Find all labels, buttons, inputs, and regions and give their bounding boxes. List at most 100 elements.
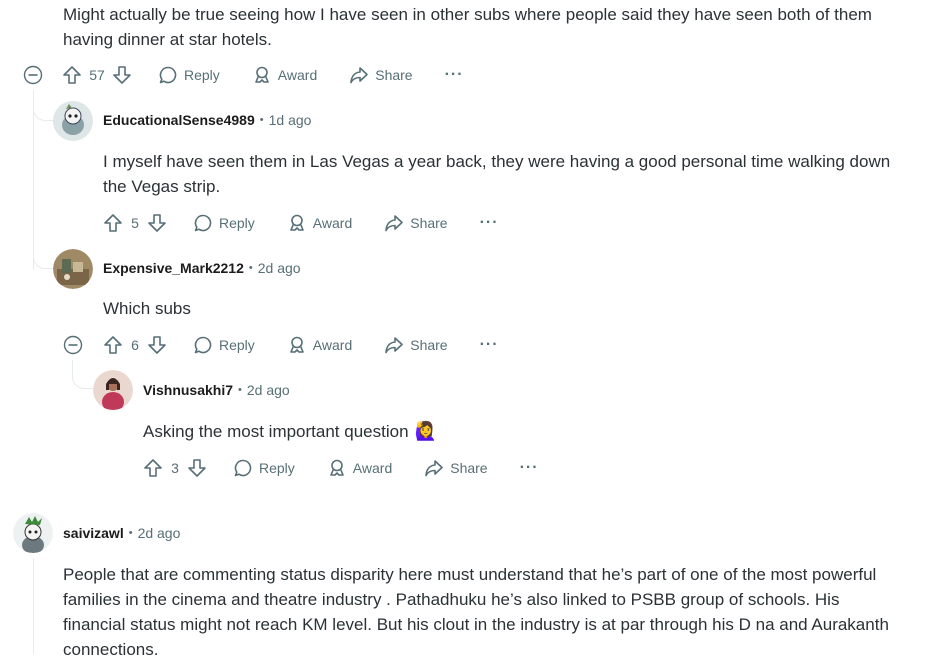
thread-line-top[interactable] xyxy=(33,90,34,270)
username[interactable]: Expensive_Mark2212 xyxy=(103,260,244,276)
vote-count: 5 xyxy=(131,215,139,231)
share-label: Share xyxy=(410,215,448,231)
reply-button[interactable]: Reply xyxy=(233,458,295,478)
reply-label: Reply xyxy=(184,67,220,83)
comment-actions: 5 Reply Award Share ··· xyxy=(103,209,499,237)
comment-actions: 6 Reply Award Share ··· xyxy=(103,331,499,359)
downvote-icon[interactable] xyxy=(187,458,207,478)
award-button[interactable]: Award xyxy=(327,458,392,478)
comment-icon xyxy=(193,213,213,233)
share-button[interactable]: Share xyxy=(349,65,413,85)
award-label: Award xyxy=(352,460,393,476)
award-icon xyxy=(327,458,347,478)
more-options-button[interactable]: ··· xyxy=(445,66,464,84)
reply-button[interactable]: Reply xyxy=(193,213,255,233)
reply-label: Reply xyxy=(259,460,295,476)
comment-line: Which subs xyxy=(103,299,191,318)
collapse-button[interactable] xyxy=(23,65,43,85)
collapse-button[interactable] xyxy=(63,335,83,355)
more-options-button[interactable]: ··· xyxy=(480,336,499,354)
separator: • xyxy=(128,527,133,539)
comment-line: financial status might not reach KM leve… xyxy=(63,615,889,634)
more-options-button[interactable]: ··· xyxy=(480,214,499,232)
award-button[interactable]: Award xyxy=(252,65,317,85)
share-icon xyxy=(384,335,404,355)
raising-hand-emoji: 🙋‍♀️ xyxy=(414,421,437,441)
award-label: Award xyxy=(312,215,353,231)
share-label: Share xyxy=(450,460,488,476)
vote-group: 5 xyxy=(103,213,167,233)
share-button[interactable]: Share xyxy=(424,458,488,478)
award-label: Award xyxy=(277,67,318,83)
avatar[interactable] xyxy=(13,513,53,553)
share-label: Share xyxy=(375,67,413,83)
comment-body: Might actually be true seeing how I have… xyxy=(63,2,872,52)
upvote-icon[interactable] xyxy=(103,213,123,233)
upvote-icon[interactable] xyxy=(103,335,123,355)
thread-line-c4[interactable] xyxy=(33,558,34,654)
reply-button[interactable]: Reply xyxy=(158,65,220,85)
timestamp[interactable]: 2d ago xyxy=(247,382,290,398)
reply-label: Reply xyxy=(219,337,255,353)
comment-line: connections. xyxy=(63,640,159,659)
share-button[interactable]: Share xyxy=(384,213,448,233)
reply-button[interactable]: Reply xyxy=(193,335,255,355)
avatar[interactable] xyxy=(53,249,93,289)
more-icon: ··· xyxy=(479,214,499,231)
award-button[interactable]: Award xyxy=(287,335,352,355)
award-label: Award xyxy=(312,337,353,353)
thread-branch-c2 xyxy=(33,254,54,269)
thread-branch-c3 xyxy=(72,374,93,389)
comment-icon xyxy=(193,335,213,355)
upvote-icon[interactable] xyxy=(62,65,82,85)
collapse-icon xyxy=(23,65,43,85)
separator: • xyxy=(248,262,253,274)
comment-icon xyxy=(233,458,253,478)
share-icon xyxy=(384,213,404,233)
separator: • xyxy=(238,384,242,396)
timestamp[interactable]: 2d ago xyxy=(258,260,301,276)
vote-count: 6 xyxy=(131,337,139,353)
avatar[interactable] xyxy=(93,370,133,410)
upvote-icon[interactable] xyxy=(143,458,163,478)
award-icon xyxy=(287,335,307,355)
more-icon: ··· xyxy=(519,459,539,476)
comment-actions: 3 Reply Award Share ··· xyxy=(143,454,539,482)
avatar[interactable] xyxy=(53,101,93,141)
comment-actions: 57 Reply Award Share ··· xyxy=(62,61,464,89)
comment-line: Asking the most important question xyxy=(143,422,409,441)
username[interactable]: saivizawl xyxy=(63,525,124,541)
vote-group: 3 xyxy=(143,458,207,478)
collapse-icon xyxy=(63,335,83,355)
timestamp[interactable]: 1d ago xyxy=(269,112,312,128)
share-button[interactable]: Share xyxy=(384,335,448,355)
comment-line: I myself have seen them in Las Vegas a y… xyxy=(103,152,891,171)
more-icon: ··· xyxy=(444,66,464,83)
share-label: Share xyxy=(410,337,448,353)
more-options-button[interactable]: ··· xyxy=(520,459,539,477)
comment-body: I myself have seen them in Las Vegas a y… xyxy=(103,149,890,199)
comment-line: the Vegas strip. xyxy=(103,177,221,196)
username[interactable]: EducationalSense4989 xyxy=(103,112,255,128)
username[interactable]: Vishnusakhi7 xyxy=(143,382,233,398)
thread-branch-c1 xyxy=(33,106,54,121)
award-button[interactable]: Award xyxy=(287,213,352,233)
comment-header: Expensive_Mark2212 • 2d ago xyxy=(103,260,301,276)
downvote-icon[interactable] xyxy=(112,65,132,85)
comment-icon xyxy=(158,65,178,85)
vote-count: 57 xyxy=(89,67,105,83)
reply-label: Reply xyxy=(219,215,255,231)
timestamp[interactable]: 2d ago xyxy=(138,525,181,541)
separator: • xyxy=(259,114,264,126)
downvote-icon[interactable] xyxy=(147,335,167,355)
more-icon: ··· xyxy=(479,336,499,353)
comment-header: saivizawl • 2d ago xyxy=(63,525,180,541)
comment-line: People that are commenting status dispar… xyxy=(63,565,877,584)
award-icon xyxy=(287,213,307,233)
comment-line: having dinner at star hotels. xyxy=(63,30,272,49)
downvote-icon[interactable] xyxy=(147,213,167,233)
comment-header: Vishnusakhi7 • 2d ago xyxy=(143,382,290,398)
comment-line: Might actually be true seeing how I have… xyxy=(63,5,872,24)
comment-body: Which subs xyxy=(103,296,191,321)
thread-line-c2[interactable] xyxy=(72,360,73,374)
